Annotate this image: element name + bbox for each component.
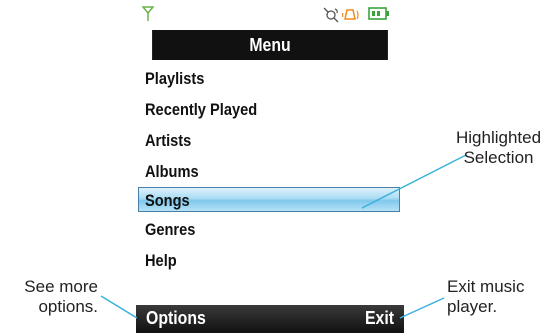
exit-callout: Exit music player. <box>447 277 524 317</box>
highlight-callout-line1: Highlighted <box>456 128 542 147</box>
highlight-callout-line <box>361 154 467 209</box>
exit-callout-line1: Exit music <box>447 277 525 296</box>
highlight-callout: Highlighted Selection <box>456 128 541 168</box>
exit-callout-line <box>399 297 445 319</box>
highlight-callout-line2: Selection <box>463 148 534 167</box>
exit-callout-line2: player. <box>447 297 498 316</box>
options-callout-line <box>100 295 138 319</box>
options-callout-line2: options. <box>38 297 98 316</box>
options-callout-line1: See more <box>24 277 98 296</box>
options-callout: See more options. <box>6 277 98 317</box>
